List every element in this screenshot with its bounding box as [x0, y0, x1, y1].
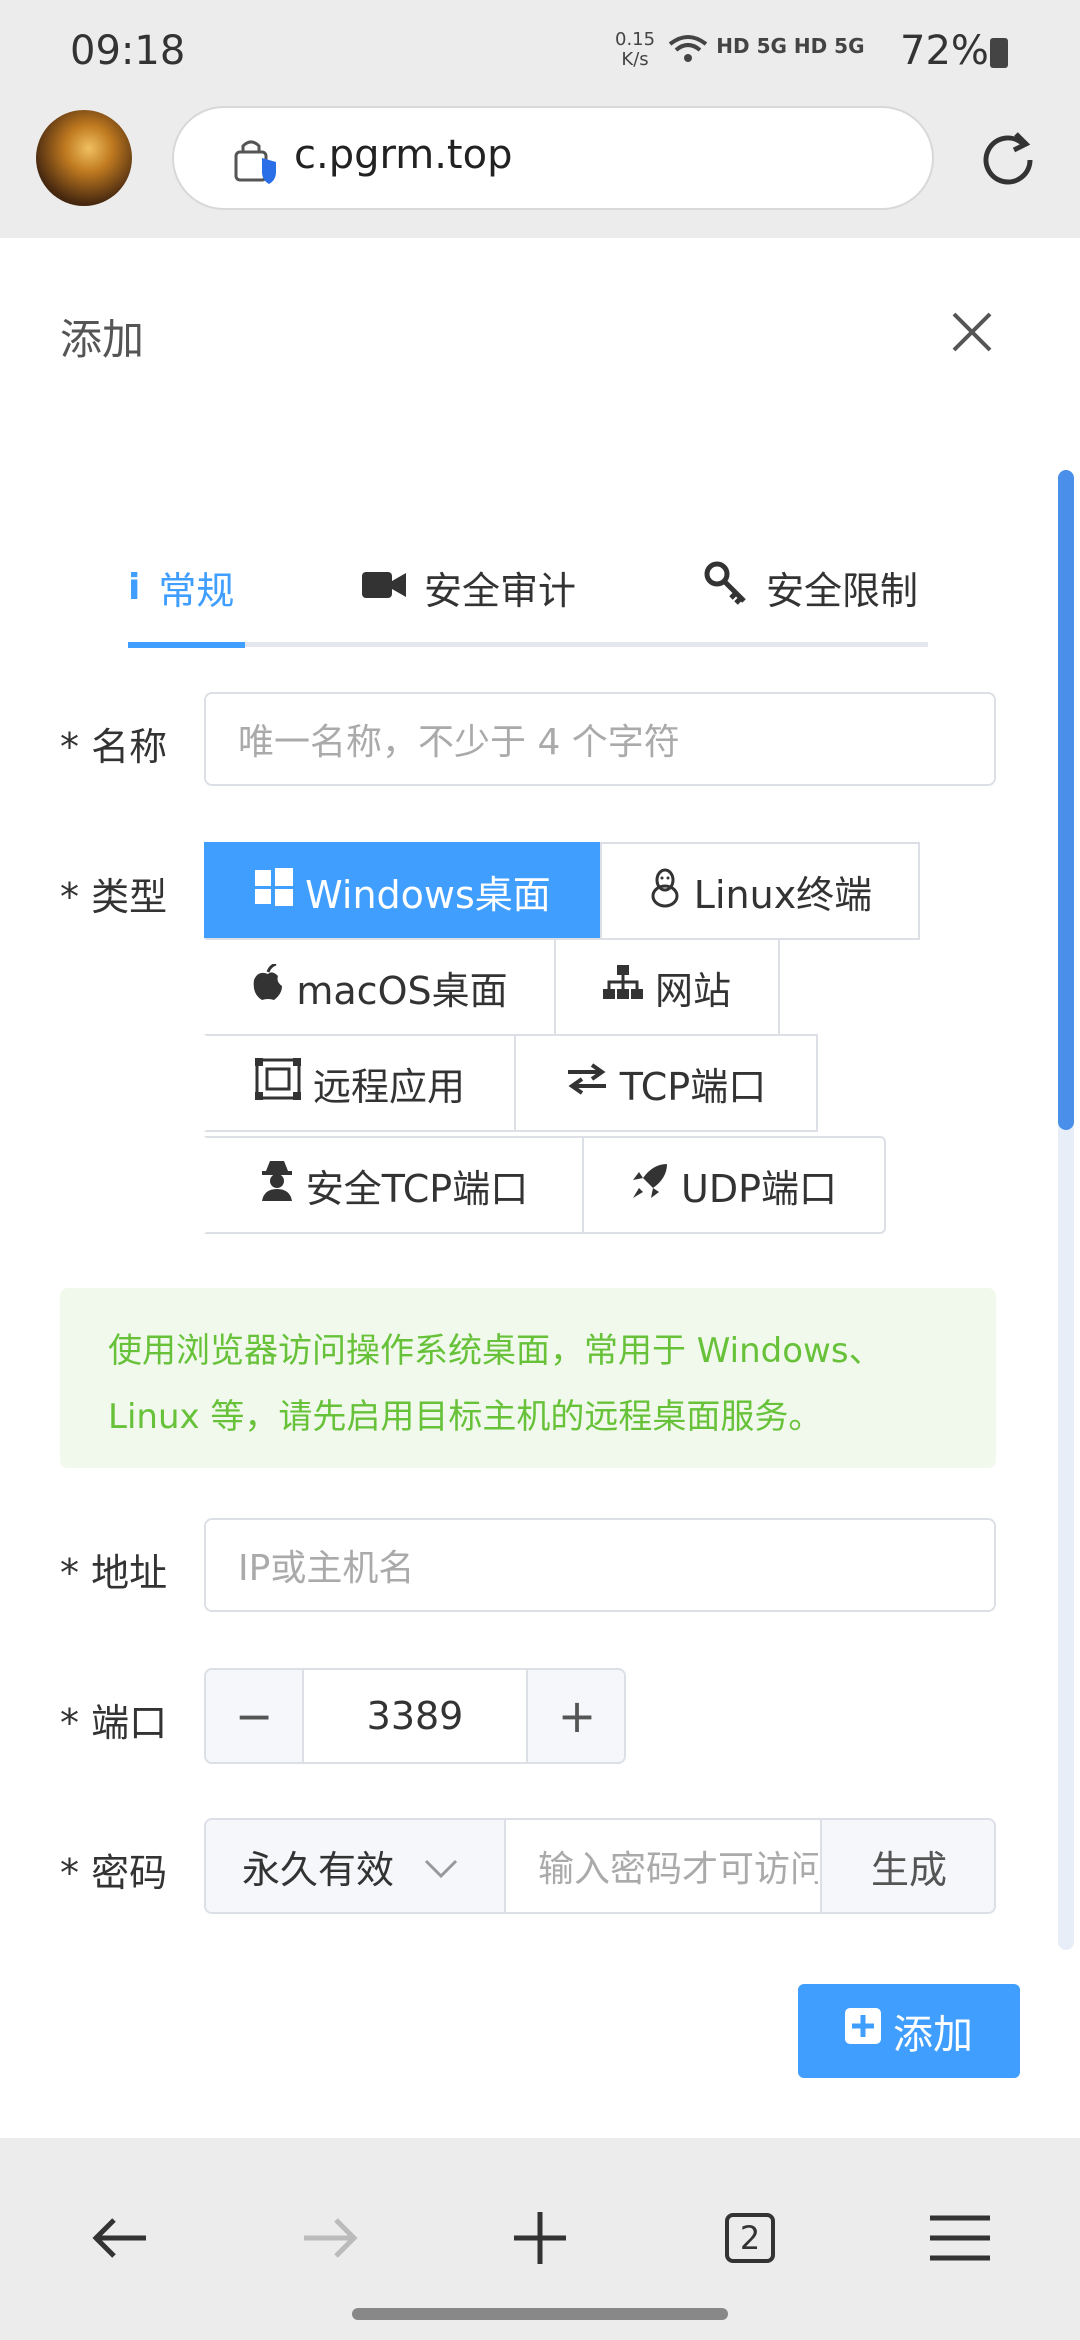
info-icon: i [128, 567, 141, 608]
type-label: * 类型 [60, 875, 168, 919]
type-option-label: 网站 [654, 968, 731, 1013]
type-option-secure-tcp[interactable]: 安全TCP端口 [204, 1136, 584, 1234]
generate-button[interactable]: 生成 [820, 1820, 994, 1912]
home-indicator[interactable] [352, 2308, 728, 2320]
name-placeholder: 唯一名称，不少于 4 个字符 [238, 722, 680, 763]
new-tab-icon[interactable] [490, 2188, 590, 2288]
type-hint-text: 使用浏览器访问操作系统桌面，常用于 Windows、Linux 等，请先启用目标… [108, 1331, 883, 1437]
secure-lock-icon [232, 136, 282, 190]
tab-security-limits[interactable]: 安全限制 [704, 560, 918, 615]
remote-app-icon [254, 1057, 301, 1109]
rocket-icon [631, 1162, 669, 1209]
password-input[interactable]: 输入密码才可访问 [508, 1820, 818, 1912]
port-stepper: − 3389 + [204, 1668, 626, 1764]
type-option-tcp[interactable]: TCP端口 [514, 1034, 818, 1132]
battery-percent: 72% [900, 28, 989, 74]
tab-active-indicator [128, 642, 245, 648]
clock: 09:18 [70, 28, 186, 74]
user-secret-icon [260, 1160, 294, 1210]
tab-general[interactable]: i 常规 [128, 560, 234, 615]
type-option-label: Windows桌面 [305, 872, 551, 917]
chevron-down-icon [424, 1844, 458, 1888]
battery-icon [990, 38, 1008, 68]
increment-button[interactable]: + [526, 1670, 624, 1762]
port-value[interactable]: 3389 [304, 1670, 526, 1762]
back-icon[interactable] [70, 2188, 170, 2288]
password-group: 永久有效 输入密码才可访问 生成 [204, 1818, 996, 1914]
url-text: c.pgrm.top [294, 132, 513, 178]
tab-label: 常规 [158, 569, 235, 613]
add-button[interactable]: 添加 [798, 1984, 1020, 2078]
status-bar: 09:18 0.15 K/s HD 5G HD 5G 72% [0, 0, 1080, 100]
type-option-macos[interactable]: macOS桌面 [204, 938, 556, 1036]
password-label: * 密码 [60, 1851, 168, 1895]
scrollbar-thumb[interactable] [1058, 470, 1074, 1130]
address-input[interactable]: IP或主机名 [204, 1518, 996, 1612]
validity-select[interactable]: 永久有效 [206, 1820, 506, 1912]
type-option-label: 安全TCP端口 [305, 1166, 529, 1211]
tab-count: 2 [725, 2213, 775, 2263]
close-icon[interactable] [948, 308, 996, 360]
tab-label: 安全审计 [424, 569, 577, 613]
apple-icon [252, 962, 284, 1011]
type-option-website[interactable]: 网站 [554, 938, 780, 1036]
add-button-label: 添加 [893, 2012, 973, 2058]
validity-value: 永久有效 [242, 1847, 395, 1892]
video-camera-icon [362, 566, 406, 610]
avatar[interactable] [36, 110, 132, 206]
decrement-button[interactable]: − [206, 1670, 304, 1762]
dialog-title: 添加 [60, 315, 145, 364]
type-option-label: TCP端口 [619, 1064, 767, 1109]
type-option-linux[interactable]: Linux终端 [600, 842, 920, 940]
tab-label: 安全限制 [766, 569, 919, 613]
type-option-label: 远程应用 [312, 1064, 465, 1109]
tab-security-audit[interactable]: 安全审计 [362, 560, 576, 615]
type-option-label: UDP端口 [681, 1166, 837, 1211]
sitemap-icon [602, 964, 643, 1010]
password-placeholder: 输入密码才可访问 [538, 1849, 818, 1890]
type-option-remote-app[interactable]: 远程应用 [204, 1034, 516, 1132]
forward-icon[interactable] [280, 2188, 380, 2288]
menu-icon[interactable] [910, 2188, 1010, 2288]
network-speed-unit: K/s [621, 49, 649, 70]
name-input[interactable]: 唯一名称，不少于 4 个字符 [204, 692, 996, 786]
tabs-button[interactable]: 2 [700, 2188, 800, 2288]
network-speed-value: 0.15 [615, 29, 656, 50]
address-bar[interactable]: c.pgrm.top [172, 106, 934, 210]
signal-text: HD 5G HD 5G [716, 34, 865, 58]
exchange-icon [566, 1061, 608, 1105]
tabs-underline [128, 642, 928, 647]
windows-icon [255, 867, 294, 915]
key-icon [704, 561, 748, 614]
reload-icon[interactable] [976, 128, 1040, 196]
linux-penguin-icon [648, 866, 682, 917]
type-option-udp[interactable]: UDP端口 [582, 1136, 886, 1234]
signal-indicators: HD 5G HD 5G [668, 34, 865, 71]
address-label: * 地址 [60, 1551, 168, 1595]
type-hint-box: 使用浏览器访问操作系统桌面，常用于 Windows、Linux 等，请先启用目标… [60, 1288, 996, 1468]
name-label: * 名称 [60, 725, 168, 769]
port-label: * 端口 [60, 1701, 168, 1745]
address-placeholder: IP或主机名 [238, 1548, 415, 1589]
wifi-icon [668, 35, 716, 71]
network-speed: 0.15 K/s [615, 30, 655, 70]
plus-square-icon [845, 2008, 881, 2054]
type-option-label: macOS桌面 [296, 968, 508, 1013]
type-option-windows[interactable]: Windows桌面 [204, 842, 602, 940]
type-option-label: Linux终端 [693, 872, 873, 917]
